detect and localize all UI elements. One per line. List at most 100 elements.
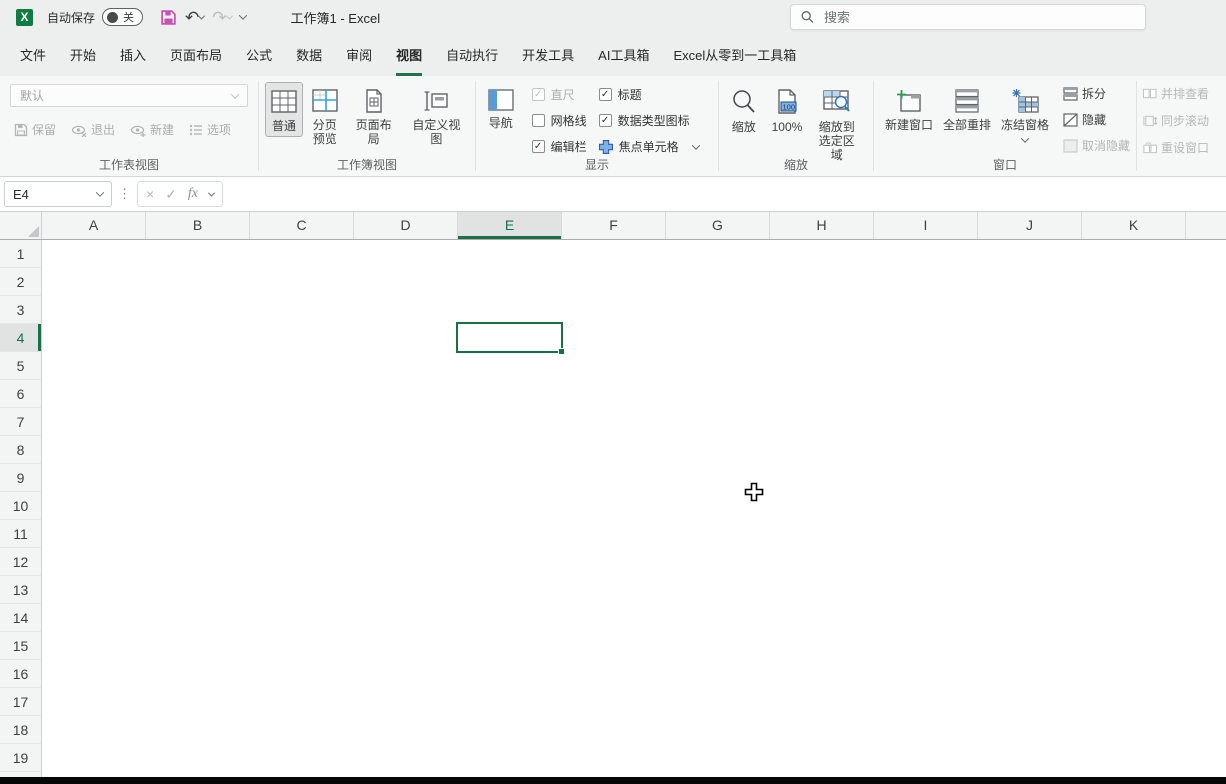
keep-view-button[interactable]: 保留 bbox=[14, 121, 56, 138]
row-header-5[interactable]: 5 bbox=[0, 352, 41, 380]
sheet-view-dropdown[interactable]: 默认 bbox=[10, 84, 248, 107]
zoom-to-selection-button[interactable]: 缩放到选定区域 bbox=[811, 82, 862, 165]
row-header-11[interactable]: 11 bbox=[0, 520, 41, 548]
name-box[interactable]: E4 bbox=[4, 181, 112, 207]
column-header-J[interactable]: J bbox=[978, 212, 1082, 239]
column-header-C[interactable]: C bbox=[250, 212, 354, 239]
column-header-A[interactable]: A bbox=[42, 212, 146, 239]
column-header-H[interactable]: H bbox=[770, 212, 874, 239]
reset-window-button[interactable]: 重设窗口 bbox=[1143, 139, 1209, 156]
worksheet-grid[interactable]: ABCDEFGHIJK 1234567891011121314151617181… bbox=[0, 212, 1226, 777]
tab-file[interactable]: 文件 bbox=[20, 45, 46, 76]
active-cell-selection[interactable] bbox=[456, 322, 563, 353]
checkbox-data-type-icons[interactable]: ✓数据类型图标 bbox=[599, 112, 699, 129]
exit-view-button[interactable]: 退出 bbox=[71, 121, 115, 138]
normal-view-button[interactable]: 普通 bbox=[265, 82, 303, 137]
row-header-8[interactable]: 8 bbox=[0, 436, 41, 464]
row-header-16[interactable]: 16 bbox=[0, 660, 41, 688]
page-break-preview-button[interactable]: 分页预览 bbox=[306, 82, 344, 149]
gridlines-checkbox-box[interactable] bbox=[532, 114, 545, 127]
row-header-6[interactable]: 6 bbox=[0, 380, 41, 408]
formula-bar-drag-handle[interactable]: ⋮ bbox=[118, 186, 131, 202]
checkbox-gridlines[interactable]: 网格线 bbox=[532, 112, 587, 129]
column-header-partial[interactable] bbox=[1186, 212, 1226, 239]
row-header-1[interactable]: 1 bbox=[0, 240, 41, 268]
focus-cell-button[interactable]: 焦点单元格 bbox=[599, 138, 699, 155]
tab-data[interactable]: 数据 bbox=[296, 45, 322, 76]
tab-view[interactable]: 视图 bbox=[396, 45, 422, 76]
hide-button[interactable]: 隐藏 bbox=[1063, 111, 1130, 128]
excel-logo-icon: X bbox=[16, 9, 33, 26]
tab-zero-to-one-toolbox[interactable]: Excel从零到一工具箱 bbox=[673, 45, 796, 76]
ruler-checkbox-box[interactable]: ✓ bbox=[532, 88, 545, 101]
select-all-corner[interactable] bbox=[0, 212, 42, 239]
row-header-12[interactable]: 12 bbox=[0, 548, 41, 576]
custom-views-button[interactable]: 自定义视图 bbox=[404, 82, 469, 149]
row-header-9[interactable]: 9 bbox=[0, 464, 41, 492]
tab-home[interactable]: 开始 bbox=[70, 45, 96, 76]
tab-page-layout[interactable]: 页面布局 bbox=[170, 45, 222, 76]
column-header-F[interactable]: F bbox=[562, 212, 666, 239]
column-header-I[interactable]: I bbox=[874, 212, 978, 239]
insert-function-button[interactable]: fx bbox=[188, 186, 198, 202]
tab-review[interactable]: 审阅 bbox=[346, 45, 372, 76]
chevron-down-icon[interactable] bbox=[1021, 134, 1029, 142]
tab-developer[interactable]: 开发工具 bbox=[522, 45, 574, 76]
save-button[interactable] bbox=[157, 7, 180, 28]
row-header-7[interactable]: 7 bbox=[0, 408, 41, 436]
data-type-icons-checkbox-box[interactable]: ✓ bbox=[599, 114, 612, 127]
split-button[interactable]: 拆分 bbox=[1063, 85, 1130, 102]
zoom-100-button[interactable]: 100 100% bbox=[767, 82, 808, 137]
enter-button[interactable]: ✓ bbox=[165, 186, 177, 203]
column-header-B[interactable]: B bbox=[146, 212, 250, 239]
column-header-K[interactable]: K bbox=[1082, 212, 1186, 239]
row-header-3[interactable]: 3 bbox=[0, 296, 41, 324]
checkbox-ruler[interactable]: ✓直尺 bbox=[532, 86, 587, 103]
freeze-panes-button[interactable]: 冻结窗格 bbox=[996, 82, 1054, 146]
row-header-17[interactable]: 17 bbox=[0, 688, 41, 716]
new-view-button[interactable]: 新建 bbox=[130, 121, 174, 138]
column-header-G[interactable]: G bbox=[666, 212, 770, 239]
customize-qat-button[interactable] bbox=[237, 12, 249, 22]
row-header-13[interactable]: 13 bbox=[0, 576, 41, 604]
column-header-E[interactable]: E bbox=[458, 212, 562, 239]
search-input[interactable] bbox=[824, 10, 1135, 25]
column-header-D[interactable]: D bbox=[354, 212, 458, 239]
autosave-toggle[interactable]: 关 bbox=[102, 8, 143, 26]
row-header-15[interactable]: 15 bbox=[0, 632, 41, 660]
view-side-by-side-button[interactable]: 并排查看 bbox=[1143, 85, 1209, 102]
headings-checkbox-box[interactable]: ✓ bbox=[599, 88, 612, 101]
formula-bar-checkbox-box[interactable]: ✓ bbox=[532, 140, 545, 153]
chevron-down-icon[interactable] bbox=[208, 189, 215, 196]
tab-ai-toolbox[interactable]: AI工具箱 bbox=[598, 45, 649, 76]
zoom-button[interactable]: 缩放 bbox=[725, 82, 763, 137]
arrange-all-button[interactable]: 全部重排 bbox=[938, 82, 996, 135]
fill-handle[interactable] bbox=[558, 348, 565, 355]
checkbox-formula-bar[interactable]: ✓编辑栏 bbox=[532, 138, 587, 155]
row-header-18[interactable]: 18 bbox=[0, 716, 41, 744]
cancel-button[interactable]: × bbox=[146, 186, 154, 202]
redo-icon: ↷ bbox=[212, 9, 226, 26]
tab-formulas[interactable]: 公式 bbox=[246, 45, 272, 76]
row-header-14[interactable]: 14 bbox=[0, 604, 41, 632]
checkbox-headings[interactable]: ✓标题 bbox=[599, 86, 699, 103]
search-bar[interactable] bbox=[790, 4, 1146, 30]
row-header-2[interactable]: 2 bbox=[0, 268, 41, 296]
undo-chevron-icon[interactable] bbox=[198, 12, 205, 19]
view-options-button[interactable]: 选项 bbox=[189, 121, 231, 138]
unhide-button[interactable]: 取消隐藏 bbox=[1063, 137, 1130, 154]
chevron-down-icon[interactable] bbox=[691, 141, 699, 149]
chevron-down-icon[interactable] bbox=[96, 188, 104, 196]
row-header-4[interactable]: 4 bbox=[0, 324, 41, 352]
navigation-button[interactable]: 导航 bbox=[482, 82, 520, 155]
row-header-19[interactable]: 19 bbox=[0, 744, 41, 772]
tab-automate[interactable]: 自动执行 bbox=[446, 45, 498, 76]
undo-button[interactable]: ↶ bbox=[182, 7, 207, 28]
synchronous-scrolling-button[interactable]: 同步滚动 bbox=[1143, 112, 1209, 129]
tab-insert[interactable]: 插入 bbox=[120, 45, 146, 76]
redo-button[interactable]: ↷ bbox=[209, 7, 234, 28]
new-window-button[interactable]: 新建窗口 bbox=[880, 82, 938, 135]
formula-input[interactable] bbox=[223, 177, 1226, 211]
page-layout-view-button[interactable]: 页面布局 bbox=[347, 82, 401, 149]
row-header-10[interactable]: 10 bbox=[0, 492, 41, 520]
